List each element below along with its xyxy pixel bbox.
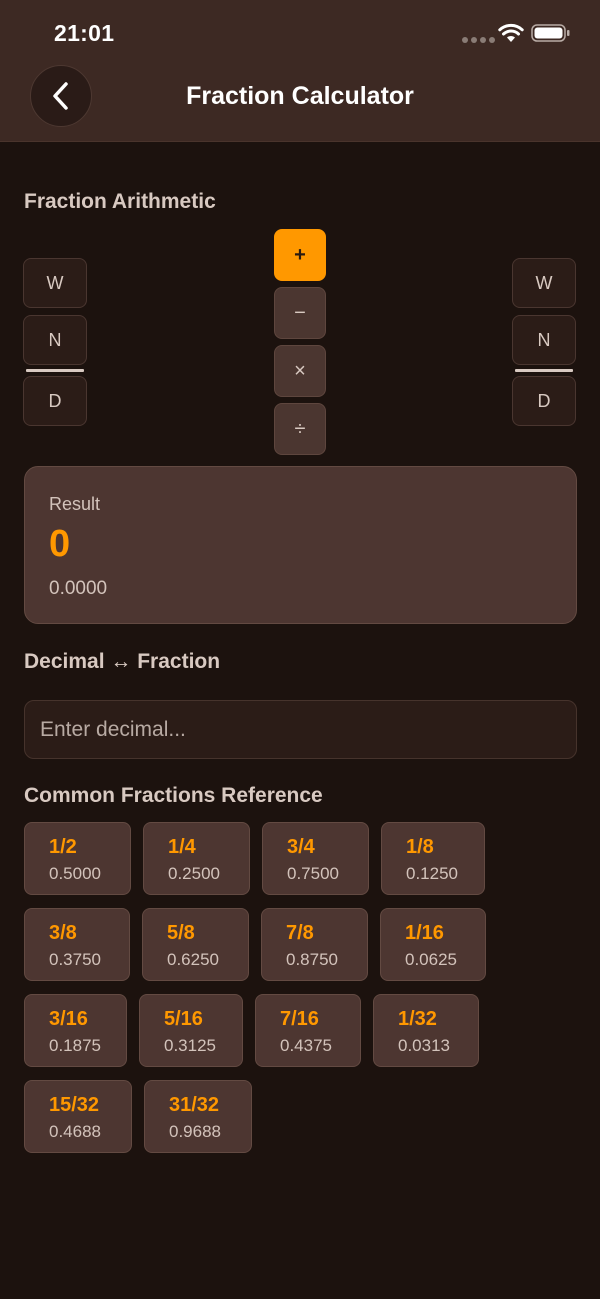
- status-time: 21:01: [54, 20, 115, 46]
- reference-fraction: 5/8: [167, 922, 195, 944]
- reference-decimal: 0.4688: [49, 1122, 101, 1141]
- reference-fraction: 1/16: [405, 922, 444, 944]
- reference-decimal: 0.3750: [49, 950, 101, 969]
- reference-fraction: 7/8: [286, 922, 314, 944]
- reference-card-1-16[interactable]: 1/16 0.0625: [380, 908, 486, 981]
- reference-decimal: 0.5000: [49, 864, 101, 883]
- reference-decimal: 0.8750: [286, 950, 338, 969]
- decimal-input[interactable]: [24, 700, 577, 759]
- reference-decimal: 0.2500: [168, 864, 220, 883]
- reference-fraction: 15/32: [49, 1094, 100, 1116]
- arithmetic-section-title: Fraction Arithmetic: [24, 190, 216, 213]
- reference-decimal: 0.4375: [280, 1036, 332, 1055]
- add-operator-button[interactable]: +: [274, 229, 326, 281]
- reference-card-1-2[interactable]: 1/2 0.5000: [24, 822, 131, 895]
- left-fraction-input: W N D: [23, 258, 87, 426]
- reference-decimal: 0.1875: [49, 1036, 101, 1055]
- page-title: Fraction Calculator: [186, 82, 414, 110]
- reference-fraction: 1/2: [49, 836, 77, 858]
- multiply-operator-button[interactable]: ×: [274, 345, 326, 397]
- result-value: 0: [49, 523, 71, 565]
- battery-icon: [531, 24, 570, 42]
- reference-decimal: 0.3125: [164, 1036, 216, 1055]
- reference-card-15-32[interactable]: 15/32 0.4688: [24, 1080, 132, 1153]
- left-numerator-field[interactable]: N: [23, 315, 87, 365]
- reference-card-1-8[interactable]: 1/8 0.1250: [381, 822, 485, 895]
- reference-fraction: 1/8: [406, 836, 434, 858]
- right-denominator-field[interactable]: D: [512, 376, 576, 426]
- reference-fraction: 3/8: [49, 922, 77, 944]
- reference-card-31-32[interactable]: 31/32 0.9688: [144, 1080, 252, 1153]
- reference-decimal: 0.6250: [167, 950, 219, 969]
- reference-card-7-8[interactable]: 7/8 0.8750: [261, 908, 368, 981]
- reference-card-3-4[interactable]: 3/4 0.7500: [262, 822, 369, 895]
- reference-fraction: 3/4: [287, 836, 315, 858]
- reference-decimal: 0.9688: [169, 1122, 221, 1141]
- reference-decimal: 0.0625: [405, 950, 457, 969]
- reference-decimal: 0.7500: [287, 864, 339, 883]
- reference-fraction: 31/32: [169, 1094, 220, 1116]
- left-denominator-field[interactable]: D: [23, 376, 87, 426]
- right-fraction-bar: [515, 369, 573, 372]
- reference-card-3-8[interactable]: 3/8 0.3750: [24, 908, 130, 981]
- reference-card-1-4[interactable]: 1/4 0.2500: [143, 822, 250, 895]
- reference-fraction: 7/16: [280, 1008, 319, 1030]
- right-fraction-input: W N D: [512, 258, 576, 426]
- app-header: 21:01 Fraction Calculator: [0, 0, 600, 142]
- result-card: Result 0 0.0000: [24, 466, 577, 624]
- divide-operator-button[interactable]: ÷: [274, 403, 326, 455]
- reference-fraction: 5/16: [164, 1008, 203, 1030]
- reference-section-title: Common Fractions Reference: [24, 784, 323, 807]
- subtract-operator-button[interactable]: −: [274, 287, 326, 339]
- reference-card-5-8[interactable]: 5/8 0.6250: [142, 908, 249, 981]
- right-numerator-field[interactable]: N: [512, 315, 576, 365]
- left-whole-field[interactable]: W: [23, 258, 87, 308]
- reference-fraction: 3/16: [49, 1008, 88, 1030]
- left-fraction-bar: [26, 369, 84, 372]
- result-decimal: 0.0000: [49, 578, 108, 599]
- reference-decimal: 0.0313: [398, 1036, 450, 1055]
- reference-decimal: 0.1250: [406, 864, 458, 883]
- reference-card-1-32[interactable]: 1/32 0.0313: [373, 994, 479, 1067]
- reference-card-7-16[interactable]: 7/16 0.4375: [255, 994, 361, 1067]
- converter-section-title: Decimal ↔ Fraction: [24, 650, 221, 673]
- wifi-icon: [498, 23, 524, 42]
- reference-card-5-16[interactable]: 5/16 0.3125: [139, 994, 243, 1067]
- reference-fraction: 1/32: [398, 1008, 437, 1030]
- result-label: Result: [49, 494, 101, 514]
- reference-card-3-16[interactable]: 3/16 0.1875: [24, 994, 127, 1067]
- signal-dots-icon: [462, 37, 495, 43]
- reference-fraction: 1/4: [168, 836, 196, 858]
- right-whole-field[interactable]: W: [512, 258, 576, 308]
